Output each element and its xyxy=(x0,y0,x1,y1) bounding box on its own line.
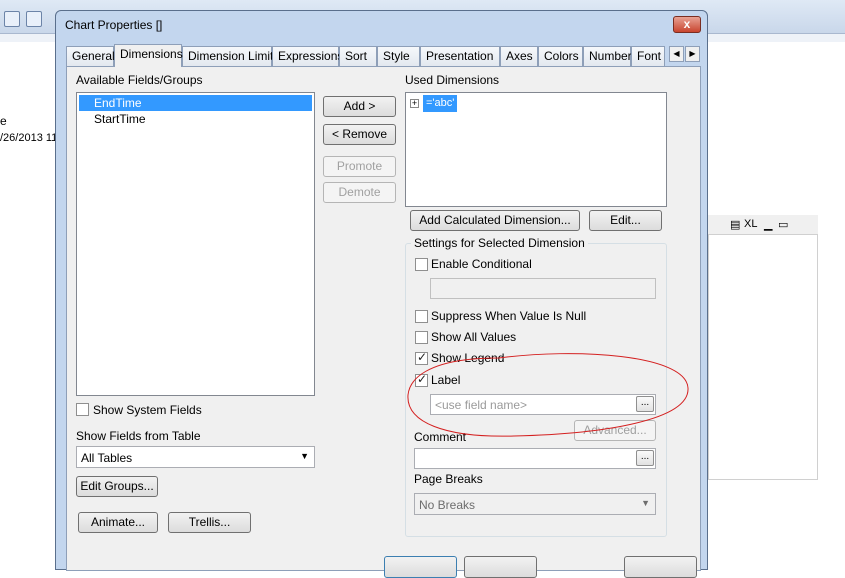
close-button[interactable]: x xyxy=(673,16,701,33)
show-all-values-label: Show All Values xyxy=(431,330,517,344)
used-dimensions-label: Used Dimensions xyxy=(405,73,500,87)
show-fields-from-table-label: Show Fields from Table xyxy=(76,429,201,443)
print-icon[interactable]: ▤ xyxy=(730,218,740,231)
edit-groups-button[interactable]: Edit Groups... xyxy=(76,476,158,497)
table-select-value: All Tables xyxy=(81,451,133,465)
label-checkbox[interactable] xyxy=(415,372,428,387)
tab-number[interactable]: Number xyxy=(583,46,632,66)
tab-scroll-left-icon[interactable]: ◀ xyxy=(669,46,684,62)
maximize-icon[interactable]: ▭ xyxy=(778,218,788,231)
tab-expressions[interactable]: Expressions xyxy=(272,46,343,66)
tab-general[interactable]: General xyxy=(66,46,115,66)
chevron-down-icon: ▼ xyxy=(641,498,650,508)
label-label: Label xyxy=(431,373,461,387)
comment-ellipsis-button[interactable]: ... xyxy=(636,450,654,466)
dimensions-panel: Available Fields/Groups EndTime StartTim… xyxy=(66,66,701,571)
sheet-object-panel xyxy=(708,215,818,480)
available-fields-label: Available Fields/Groups xyxy=(76,73,203,87)
show-legend-checkbox[interactable] xyxy=(415,350,428,365)
help-button[interactable] xyxy=(624,556,697,578)
show-all-values-checkbox[interactable] xyxy=(415,331,428,344)
tab-strip: General Dimensions Dimension Limits Expr… xyxy=(66,44,701,67)
tab-scroll-right-icon[interactable]: ▶ xyxy=(685,46,700,62)
remove-button[interactable]: < Remove xyxy=(323,124,396,145)
suppress-null-checkbox[interactable] xyxy=(415,310,428,323)
label-input[interactable]: <use field name> ... xyxy=(430,394,656,415)
promote-button[interactable]: Promote xyxy=(323,156,396,177)
enable-conditional-label: Enable Conditional xyxy=(431,257,532,271)
tab-axes[interactable]: Axes xyxy=(500,46,538,66)
expand-icon[interactable]: + xyxy=(410,99,419,108)
tab-font[interactable]: Font xyxy=(631,46,665,66)
comment-input[interactable]: ... xyxy=(414,448,656,469)
page-breaks-value: No Breaks xyxy=(419,498,476,512)
chart-properties-dialog: Chart Properties [] x General Dimensions… xyxy=(55,10,708,578)
page-breaks-label: Page Breaks xyxy=(414,472,483,486)
demote-button[interactable]: Demote xyxy=(323,182,396,203)
minimize-icon[interactable]: ▁ xyxy=(764,218,772,231)
cancel-button[interactable] xyxy=(464,556,537,578)
available-fields-list[interactable]: EndTime StartTime xyxy=(76,92,315,396)
tab-dimension-limits[interactable]: Dimension Limits xyxy=(182,46,279,66)
xl-label[interactable]: XL xyxy=(744,218,757,230)
used-dimensions-list[interactable]: + ='abc' xyxy=(405,92,667,207)
label-input-placeholder: <use field name> xyxy=(435,398,528,412)
list-item[interactable]: EndTime xyxy=(79,95,312,111)
toolbar-icon[interactable] xyxy=(26,11,42,27)
used-dimension-item[interactable]: ='abc' xyxy=(423,95,458,112)
table-select[interactable]: All Tables ▼ xyxy=(76,446,315,468)
advanced-button[interactable]: Advanced... xyxy=(574,420,656,441)
sheet-text: e xyxy=(0,114,7,128)
ok-button[interactable] xyxy=(384,556,457,578)
list-item[interactable]: StartTime xyxy=(79,111,312,127)
tab-dimensions[interactable]: Dimensions xyxy=(114,44,183,67)
animate-button[interactable]: Animate... xyxy=(78,512,158,533)
tab-colors[interactable]: Colors xyxy=(538,46,583,66)
sheet-object-header: ▤ XL ▁ ▭ xyxy=(708,215,818,235)
enable-conditional-checkbox[interactable] xyxy=(415,258,428,271)
conditional-input[interactable] xyxy=(430,278,656,299)
comment-label: Comment xyxy=(414,430,467,444)
show-legend-label: Show Legend xyxy=(431,351,505,365)
dialog-title: Chart Properties [] xyxy=(65,18,163,32)
tab-presentation[interactable]: Presentation xyxy=(420,46,500,66)
edit-button[interactable]: Edit... xyxy=(589,210,662,231)
suppress-null-label: Suppress When Value Is Null xyxy=(431,309,587,323)
chevron-down-icon: ▼ xyxy=(300,451,309,461)
tab-style[interactable]: Style xyxy=(377,46,420,66)
add-button[interactable]: Add > xyxy=(323,96,396,117)
page-breaks-select[interactable]: No Breaks ▼ xyxy=(414,493,656,515)
show-system-fields-checkbox[interactable] xyxy=(76,403,89,416)
show-system-fields-label: Show System Fields xyxy=(93,403,202,417)
dialog-titlebar[interactable]: Chart Properties [] x xyxy=(56,11,707,41)
settings-group-title: Settings for Selected Dimension xyxy=(411,236,588,250)
add-calculated-dimension-button[interactable]: Add Calculated Dimension... xyxy=(410,210,580,231)
tab-sort[interactable]: Sort xyxy=(339,46,377,66)
label-ellipsis-button[interactable]: ... xyxy=(636,396,654,412)
toolbar-icon[interactable] xyxy=(4,11,20,27)
trellis-button[interactable]: Trellis... xyxy=(168,512,251,533)
sheet-text: /26/2013 11 xyxy=(0,132,58,144)
close-icon: x xyxy=(683,17,691,31)
